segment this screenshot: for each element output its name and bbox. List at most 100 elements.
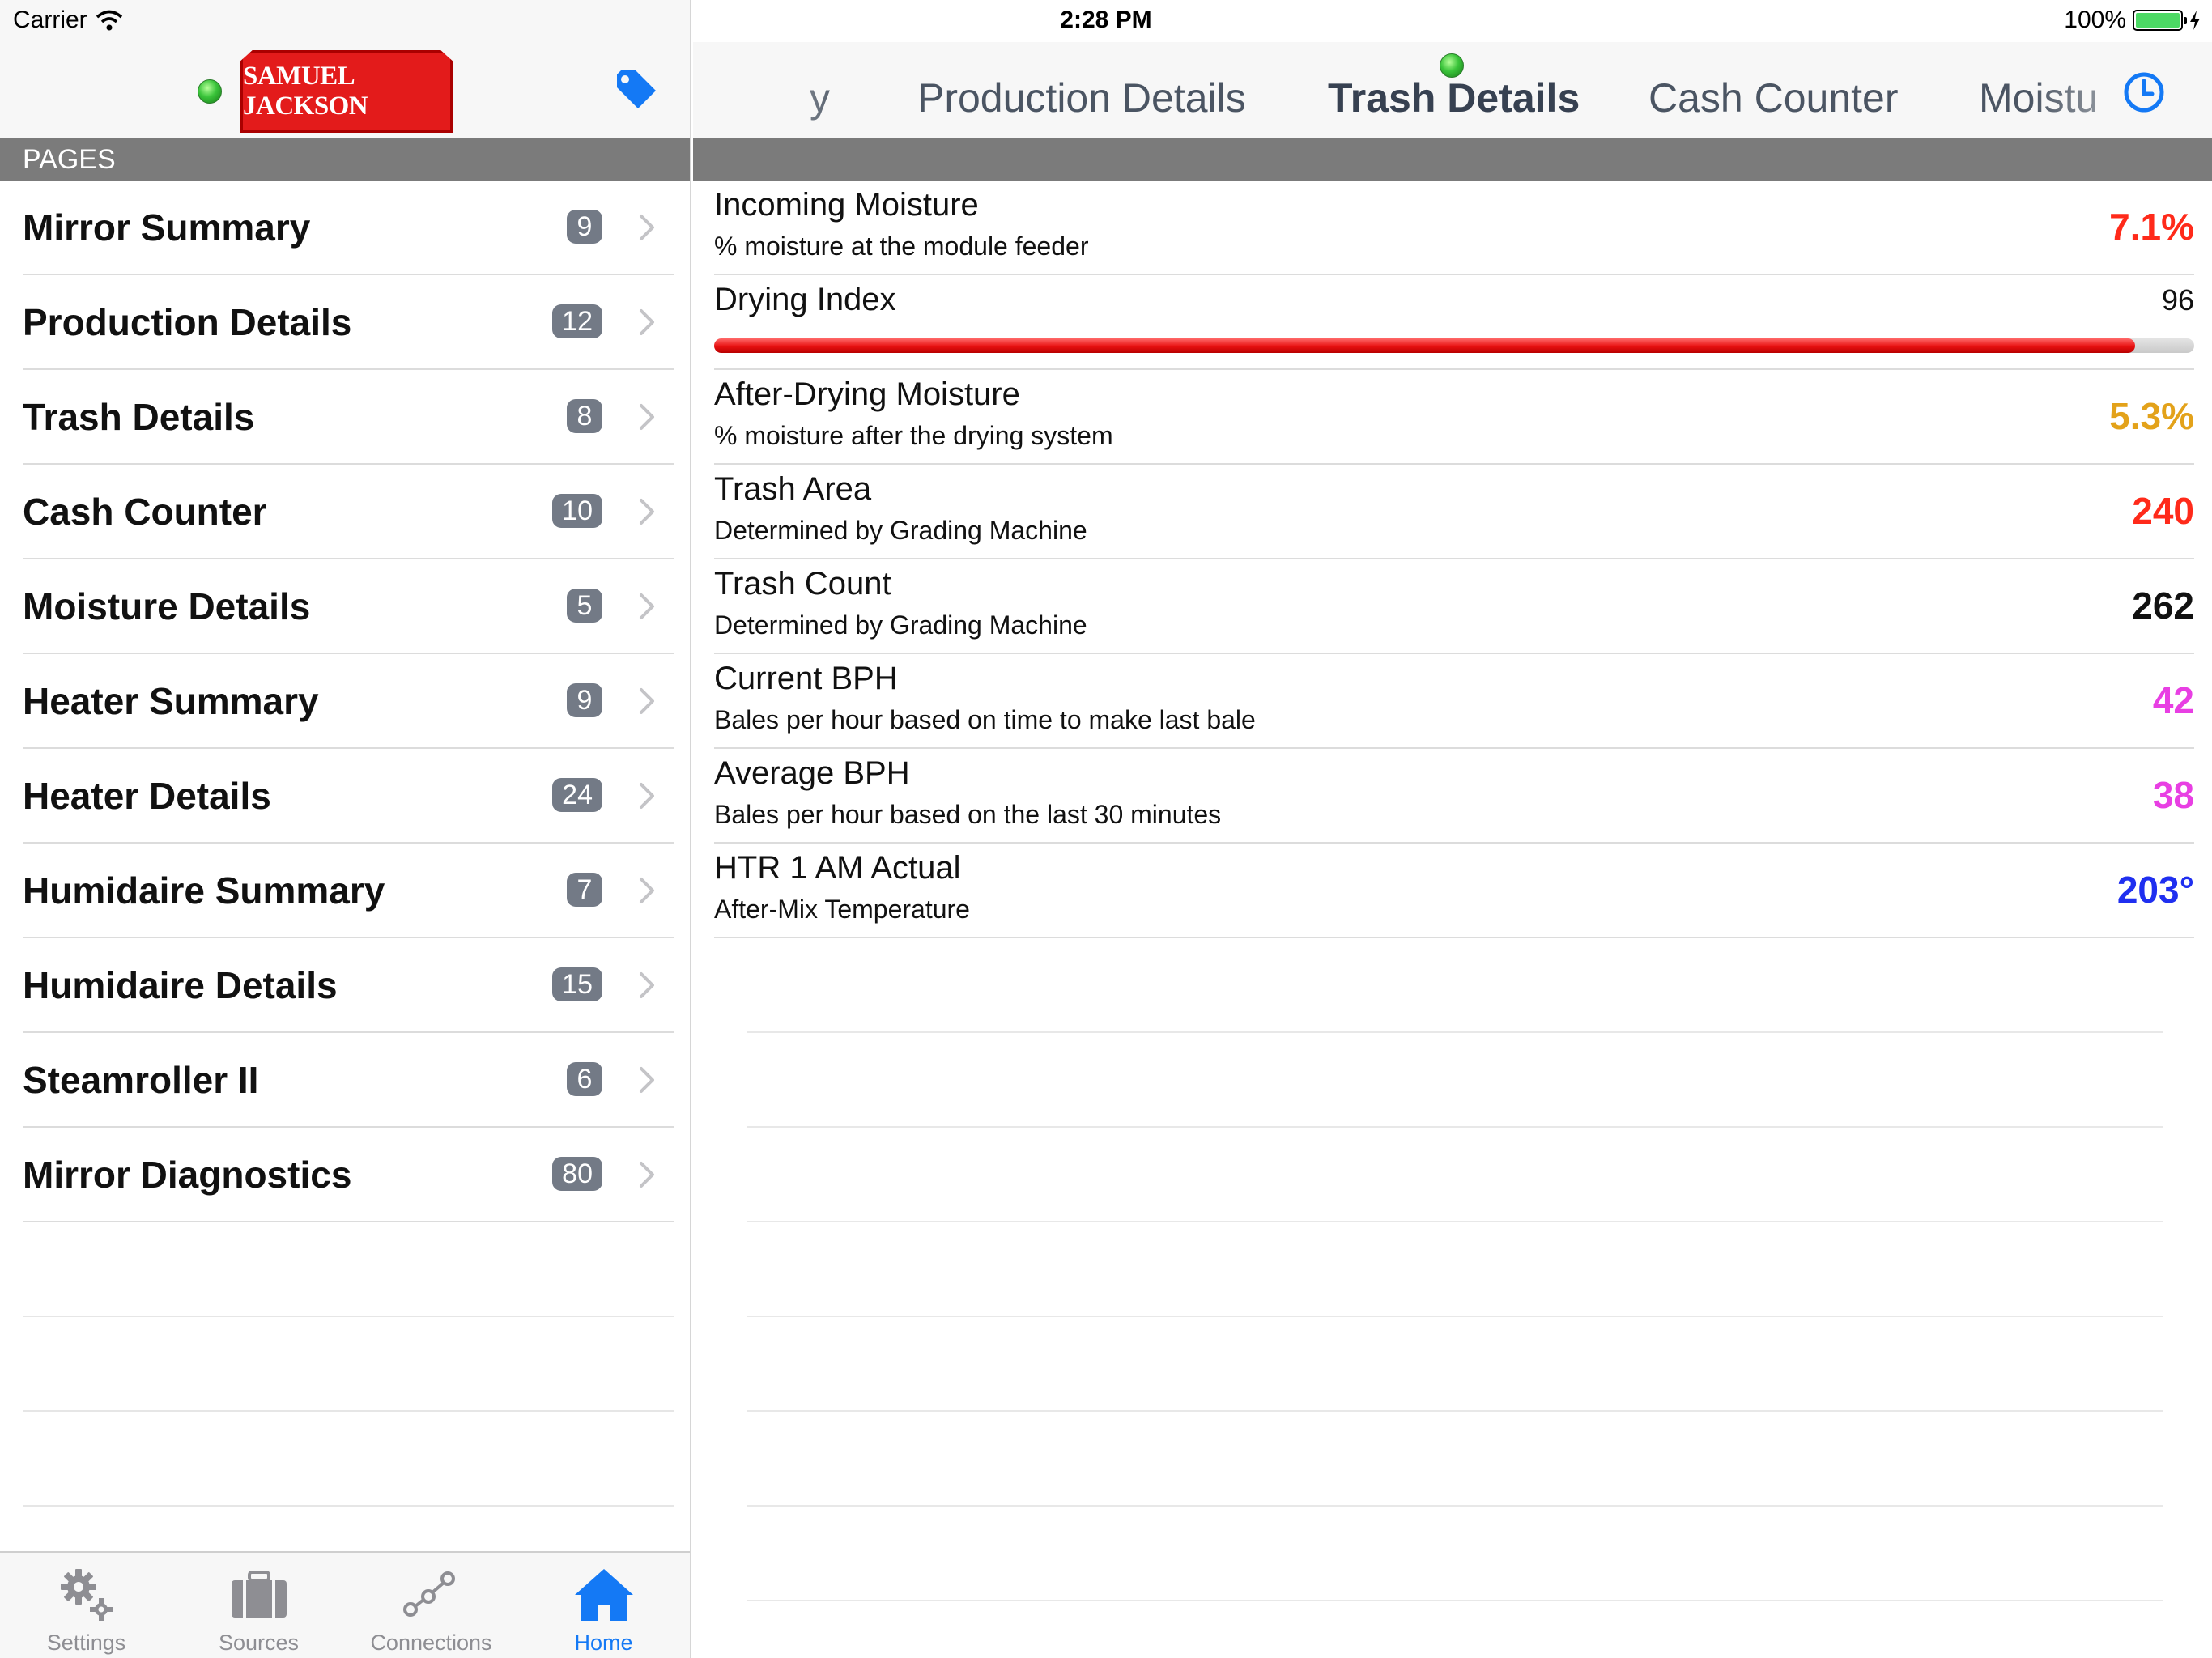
gears-icon <box>60 1569 113 1621</box>
status-time: 2:28 PM <box>1060 6 1152 33</box>
tab-trash-details[interactable]: Trash Details <box>1328 74 1580 121</box>
metric-value: 38 <box>2152 774 2194 816</box>
metric-row: After-Drying Moisture % moisture after th… <box>714 370 2194 465</box>
page-list-item[interactable]: Steamroller II 6 <box>23 1033 674 1128</box>
tab-bar: Settings Sources Connections Home <box>0 1551 690 1658</box>
page-list-item[interactable]: Heater Summary 9 <box>23 654 674 749</box>
app-root: SAMUEL JACKSON PAGES Mirror Summary 9 Prod… <box>0 0 2212 1658</box>
page-count-badge: 10 <box>552 494 602 528</box>
connection-status-icon <box>198 79 222 104</box>
metric-value: 7.1% <box>2109 206 2194 248</box>
tab-home[interactable]: Home <box>517 1553 690 1658</box>
metric-row: Current BPH Bales per hour based on time … <box>714 654 2194 749</box>
empty-detail-row <box>747 1033 2163 1128</box>
empty-detail-row <box>747 1128 2163 1222</box>
page-count-badge: 24 <box>552 778 602 812</box>
home-icon <box>574 1569 633 1621</box>
metric-subtitle: Bales per hour based on time to make las… <box>714 705 1256 734</box>
empty-detail-row <box>747 1507 2163 1601</box>
page-count-badge: 80 <box>552 1157 602 1191</box>
empty-list-row <box>23 1317 674 1412</box>
metric-title: Trash Area <box>714 471 872 507</box>
detail-pane: y Production Details Trash Details Cash … <box>693 0 2212 1658</box>
gauge-fill <box>714 338 2135 353</box>
gauge-title: Drying Index <box>714 282 896 317</box>
chevron-right-icon <box>640 783 654 809</box>
briefcase-icon <box>231 1571 287 1618</box>
page-count-badge: 7 <box>567 873 602 907</box>
tab-label: Connections <box>370 1630 492 1655</box>
empty-detail-row <box>747 1412 2163 1507</box>
pages-section-header: PAGES <box>0 138 690 181</box>
chevron-right-icon <box>640 1162 654 1188</box>
tab-moisture-partial[interactable]: Moistu <box>1979 74 2098 121</box>
tab-partial-left[interactable]: y <box>810 74 830 121</box>
tab-settings[interactable]: Settings <box>0 1553 172 1658</box>
chevron-right-icon <box>640 972 654 998</box>
metric-subtitle: Determined by Grading Machine <box>714 516 1087 545</box>
chevron-right-icon <box>640 309 654 335</box>
charging-icon <box>2190 11 2200 30</box>
empty-detail-row <box>747 1222 2163 1317</box>
page-count-badge: 6 <box>567 1062 602 1096</box>
metric-row: Average BPH Bales per hour based on the l… <box>714 749 2194 844</box>
empty-detail-row <box>747 1317 2163 1412</box>
metric-title: Average BPH <box>714 755 910 791</box>
metric-row: HTR 1 AM Actual After-Mix Temperature 203° <box>714 844 2194 938</box>
metric-subtitle: Bales per hour based on the last 30 minu… <box>714 800 1222 829</box>
tab-label: Settings <box>46 1630 126 1655</box>
page-list: Mirror Summary 9 Production Details 12 Trash… <box>0 181 690 1507</box>
metric-title: After-Drying Moisture <box>714 376 1020 412</box>
page-list-item[interactable]: Trash Details 8 <box>23 370 674 465</box>
gauge-value: 96 <box>2161 283 2194 317</box>
tab-cash-counter[interactable]: Cash Counter <box>1648 74 1899 121</box>
drying-index-gauge-row: Drying Index 96 <box>714 275 2194 370</box>
metric-value: 262 <box>2132 585 2194 627</box>
status-bar: Carrier 2:28 PM 100% <box>0 0 2212 42</box>
page-tab-strip[interactable]: y Production Details Trash Details Cash … <box>693 42 2212 138</box>
clock-icon[interactable] <box>2121 70 2167 115</box>
tab-sources[interactable]: Sources <box>172 1553 345 1658</box>
current-tab-indicator-icon <box>1440 53 1464 78</box>
metric-title: Incoming Moisture <box>714 187 979 223</box>
page-list-item[interactable]: Heater Details 24 <box>23 749 674 844</box>
chevron-right-icon <box>640 215 654 240</box>
metric-row: Trash Count Determined by Grading Machine… <box>714 559 2194 654</box>
chevron-right-icon <box>640 499 654 525</box>
tab-connections[interactable]: Connections <box>345 1553 517 1658</box>
metric-title: HTR 1 AM Actual <box>714 850 961 886</box>
empty-list-row <box>23 1222 674 1317</box>
page-count-badge: 12 <box>552 304 602 338</box>
page-list-item[interactable]: Production Details 12 <box>23 275 674 370</box>
page-list-item[interactable]: Moisture Details 5 <box>23 559 674 654</box>
metric-value: 5.3% <box>2109 395 2194 437</box>
metric-title: Current BPH <box>714 661 898 696</box>
chevron-right-icon <box>640 1067 654 1093</box>
page-list-item[interactable]: Humidaire Summary 7 <box>23 844 674 938</box>
detail-section-bar <box>693 138 2212 181</box>
tab-production-details[interactable]: Production Details <box>917 74 1246 121</box>
battery-icon <box>2133 10 2187 31</box>
tag-icon[interactable] <box>614 68 659 110</box>
connections-icon <box>402 1571 455 1617</box>
metric-value: 203° <box>2116 869 2194 911</box>
metric-subtitle: After-Mix Temperature <box>714 895 970 924</box>
page-count-badge: 8 <box>567 399 602 433</box>
page-count-badge: 9 <box>567 210 602 244</box>
page-count-badge: 5 <box>567 589 602 623</box>
battery-indicator: 100% <box>2064 6 2201 34</box>
brand-logo: SAMUEL JACKSON <box>240 50 453 133</box>
tab-label: Home <box>574 1630 633 1655</box>
page-list-item[interactable]: Humidaire Details 15 <box>23 938 674 1033</box>
page-list-item[interactable]: Mirror Summary 9 <box>23 181 674 275</box>
sidebar: SAMUEL JACKSON PAGES Mirror Summary 9 Prod… <box>0 0 691 1658</box>
metric-row: Trash Area Determined by Grading Machine 2… <box>714 465 2194 559</box>
page-list-item[interactable]: Cash Counter 10 <box>23 465 674 559</box>
page-list-item[interactable]: Mirror Diagnostics 80 <box>23 1128 674 1222</box>
empty-detail-row <box>747 938 2163 1033</box>
metric-list: Incoming Moisture % moisture at the modu… <box>693 181 2212 1601</box>
tab-label: Sources <box>218 1630 300 1655</box>
page-count-badge: 15 <box>552 967 602 1001</box>
chevron-right-icon <box>640 688 654 714</box>
metric-row: Incoming Moisture % moisture at the modu… <box>714 181 2194 275</box>
